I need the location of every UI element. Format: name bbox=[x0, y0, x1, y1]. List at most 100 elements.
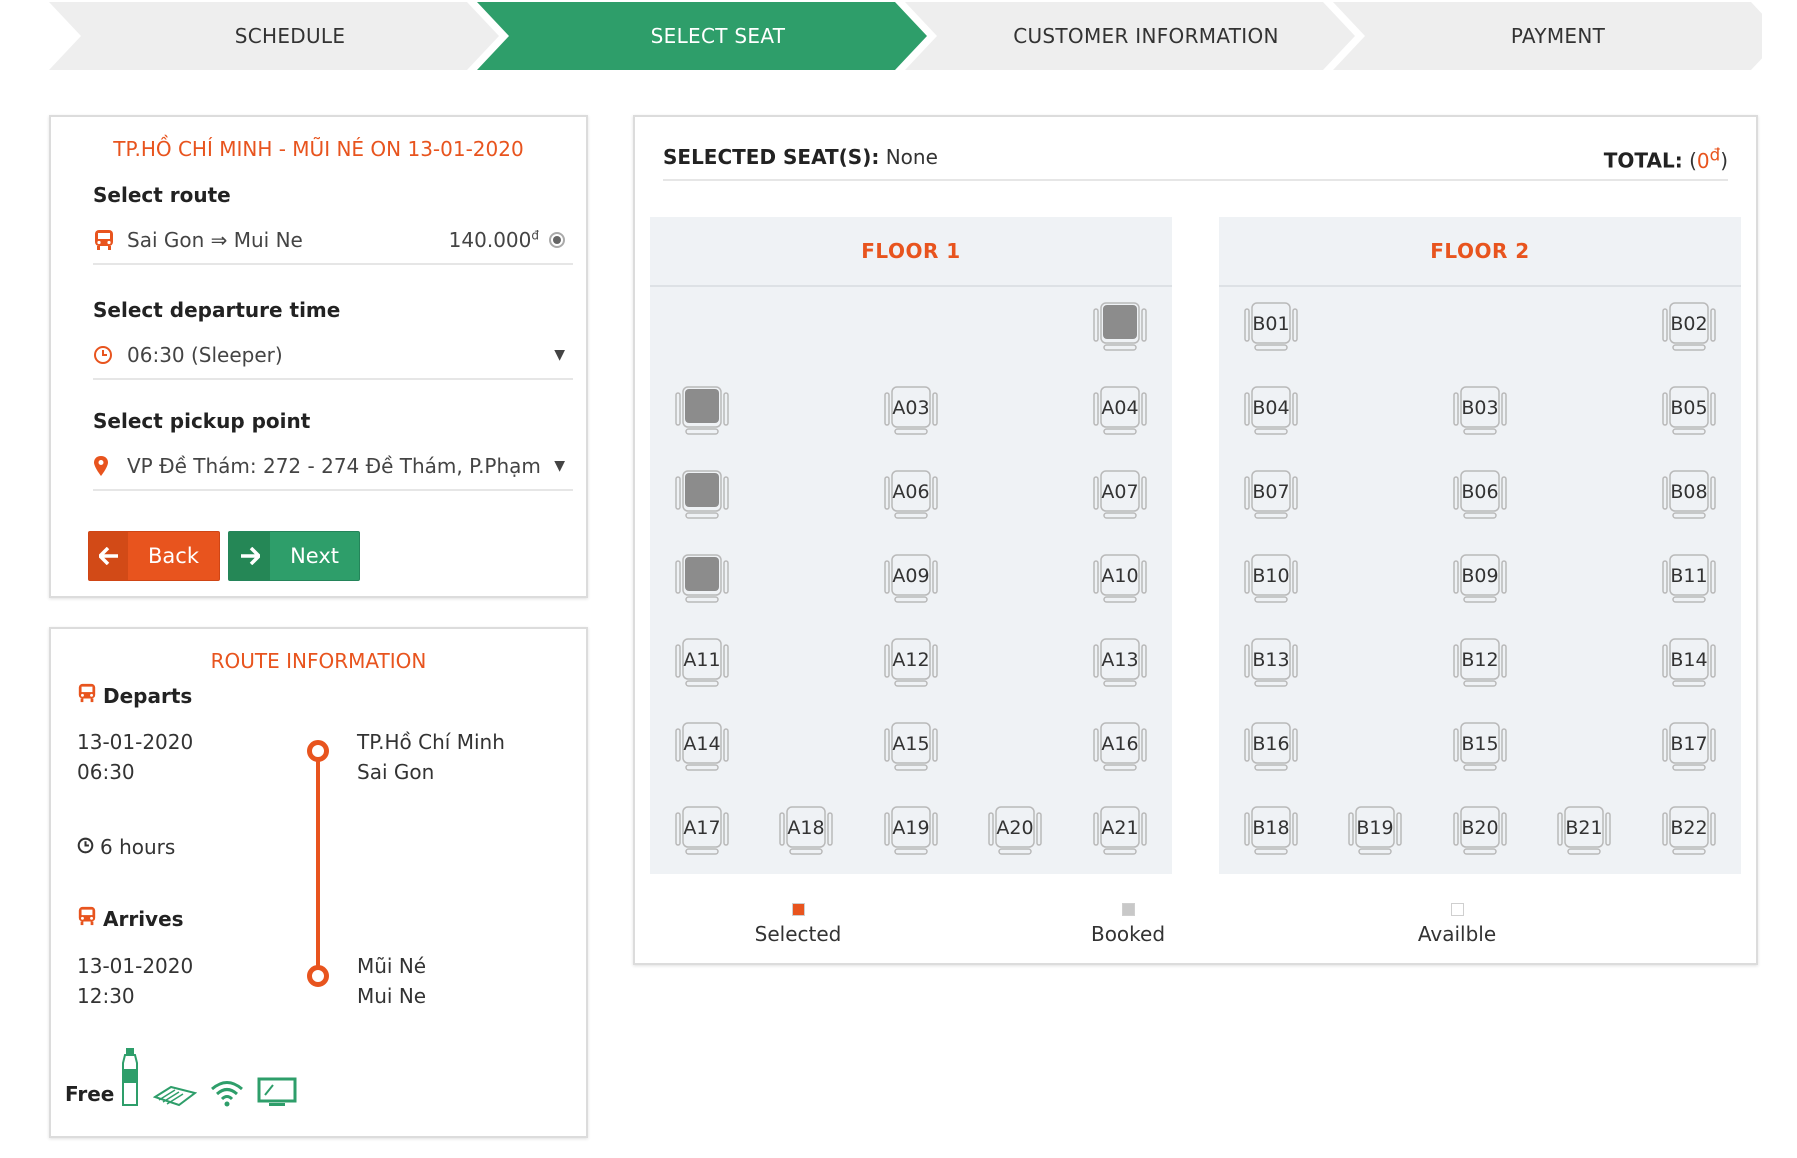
route-radio[interactable] bbox=[549, 232, 565, 248]
seat-a06[interactable]: A06 bbox=[882, 467, 940, 531]
step-label: CUSTOMER INFORMATION bbox=[1013, 24, 1279, 48]
seat-b12[interactable]: B12 bbox=[1451, 635, 1509, 699]
departure-label: Select departure time bbox=[93, 298, 341, 322]
arrives-city: Mũi Né bbox=[357, 954, 427, 978]
route-info-panel: ROUTE INFORMATION Departs 13-01-2020 06:… bbox=[49, 627, 588, 1138]
seat-b06[interactable]: B06 bbox=[1451, 467, 1509, 531]
seat-a20[interactable]: A20 bbox=[986, 803, 1044, 867]
legend-swatch bbox=[1450, 903, 1464, 916]
departs-label: Departs bbox=[103, 684, 193, 708]
seat-label: B20 bbox=[1461, 817, 1499, 839]
seat-b11[interactable]: B11 bbox=[1660, 551, 1718, 615]
seat-b14[interactable]: B14 bbox=[1660, 635, 1718, 699]
seat-a21[interactable]: A21 bbox=[1091, 803, 1149, 867]
seat-label: B03 bbox=[1461, 397, 1499, 419]
back-label: Back bbox=[148, 544, 199, 568]
seat-b15[interactable]: B15 bbox=[1451, 719, 1509, 783]
seat-label: B10 bbox=[1252, 565, 1290, 587]
duration: 6 hours bbox=[77, 832, 175, 862]
seat-b09[interactable]: B09 bbox=[1451, 551, 1509, 615]
departs-date: 13-01-2020 bbox=[77, 730, 194, 754]
seat-a15[interactable]: A15 bbox=[882, 719, 940, 783]
route-price: 140.000đ bbox=[448, 228, 539, 252]
duration-value: 6 hours bbox=[100, 835, 176, 859]
back-button[interactable]: Back bbox=[88, 531, 220, 581]
total: TOTAL: (0đ) bbox=[1603, 145, 1728, 173]
seat-label: B19 bbox=[1356, 817, 1394, 839]
seat-b16[interactable]: B16 bbox=[1242, 719, 1300, 783]
step-label: SCHEDULE bbox=[234, 24, 346, 48]
departs-heading: Departs bbox=[77, 681, 192, 711]
arrives-date: 13-01-2020 bbox=[77, 954, 194, 978]
seat-label: A03 bbox=[892, 397, 930, 419]
seat-label: A14 bbox=[683, 733, 721, 755]
bus-icon bbox=[93, 229, 127, 251]
seat-booked bbox=[673, 551, 731, 615]
bus-icon bbox=[77, 904, 97, 934]
floor-title: FLOOR 1 bbox=[650, 217, 1172, 287]
seat-b02[interactable]: B02 bbox=[1660, 299, 1718, 363]
seat-a18[interactable]: A18 bbox=[777, 803, 835, 867]
step-payment[interactable]: PAYMENT bbox=[1365, 2, 1751, 70]
map-pin-icon bbox=[93, 455, 127, 477]
seat-b13[interactable]: B13 bbox=[1242, 635, 1300, 699]
seat-a10[interactable]: A10 bbox=[1091, 551, 1149, 615]
seat-a11[interactable]: A11 bbox=[673, 635, 731, 699]
seat-b17[interactable]: B17 bbox=[1660, 719, 1718, 783]
seat-b07[interactable]: B07 bbox=[1242, 467, 1300, 531]
booking-panel: TP.HỒ CHÍ MINH - MŨI NÉ ON 13-01-2020 Se… bbox=[49, 115, 588, 598]
legend-label: Booked bbox=[1090, 922, 1166, 946]
seat-label: B01 bbox=[1252, 313, 1290, 335]
seat-b04[interactable]: B04 bbox=[1242, 383, 1300, 447]
seat-a19[interactable]: A19 bbox=[882, 803, 940, 867]
seat-a12[interactable]: A12 bbox=[882, 635, 940, 699]
seat-a07[interactable]: A07 bbox=[1091, 467, 1149, 531]
chevron-down-icon: ▼ bbox=[554, 347, 565, 363]
seat-b01[interactable]: B01 bbox=[1242, 299, 1300, 363]
seat-a09[interactable]: A09 bbox=[882, 551, 940, 615]
step-select-seat[interactable]: SELECT SEAT bbox=[509, 2, 927, 70]
seat-label: B04 bbox=[1252, 397, 1290, 419]
clock-icon bbox=[77, 832, 94, 862]
seat-b08[interactable]: B08 bbox=[1660, 467, 1718, 531]
seat-label: A15 bbox=[892, 733, 930, 755]
seat-b20[interactable]: B20 bbox=[1451, 803, 1509, 867]
seat-b19[interactable]: B19 bbox=[1346, 803, 1404, 867]
seat-label: B09 bbox=[1461, 565, 1499, 587]
seat-label: A18 bbox=[787, 817, 825, 839]
step-schedule[interactable]: SCHEDULE bbox=[81, 2, 499, 70]
seat-b21[interactable]: B21 bbox=[1555, 803, 1613, 867]
seat-a14[interactable]: A14 bbox=[673, 719, 731, 783]
seat-b05[interactable]: B05 bbox=[1660, 383, 1718, 447]
clock-icon bbox=[93, 345, 127, 365]
departure-value: 06:30 (Sleeper) bbox=[127, 343, 283, 367]
arrow-left-icon bbox=[89, 532, 129, 580]
seat-label: A21 bbox=[1101, 817, 1139, 839]
seat-b10[interactable]: B10 bbox=[1242, 551, 1300, 615]
seat-a16[interactable]: A16 bbox=[1091, 719, 1149, 783]
bus-icon bbox=[77, 681, 97, 711]
route-option[interactable]: Sai Gon ⇒ Mui Ne 140.000đ bbox=[93, 217, 573, 265]
next-button[interactable]: Next bbox=[228, 531, 360, 581]
seat-label: A17 bbox=[683, 817, 721, 839]
seat-b03[interactable]: B03 bbox=[1451, 383, 1509, 447]
seat-label: B12 bbox=[1461, 649, 1499, 671]
seat-b18[interactable]: B18 bbox=[1242, 803, 1300, 867]
seat-label: B05 bbox=[1670, 397, 1708, 419]
step-customer-information[interactable]: CUSTOMER INFORMATION bbox=[937, 2, 1355, 70]
legend-booked: Booked bbox=[1058, 903, 1198, 946]
seat-a13[interactable]: A13 bbox=[1091, 635, 1149, 699]
departure-select[interactable]: 06:30 (Sleeper) ▼ bbox=[93, 332, 573, 380]
seat-a04[interactable]: A04 bbox=[1091, 383, 1149, 447]
seat-a17[interactable]: A17 bbox=[673, 803, 731, 867]
progress-steps: SCHEDULE SELECT SEAT CUSTOMER INFORMATIO… bbox=[49, 2, 1762, 70]
route-timeline bbox=[316, 751, 320, 975]
seat-a03[interactable]: A03 bbox=[882, 383, 940, 447]
route-label: Select route bbox=[93, 183, 231, 207]
seat-b22[interactable]: B22 bbox=[1660, 803, 1718, 867]
legend-label: Selected bbox=[754, 922, 842, 946]
seat-label: B08 bbox=[1670, 481, 1708, 503]
pickup-select[interactable]: VP Đề Thám: 272 - 274 Đề Thám, P.Phạm ▼ bbox=[93, 443, 573, 491]
seat-label: B22 bbox=[1670, 817, 1708, 839]
wifi-icon bbox=[209, 1079, 245, 1111]
